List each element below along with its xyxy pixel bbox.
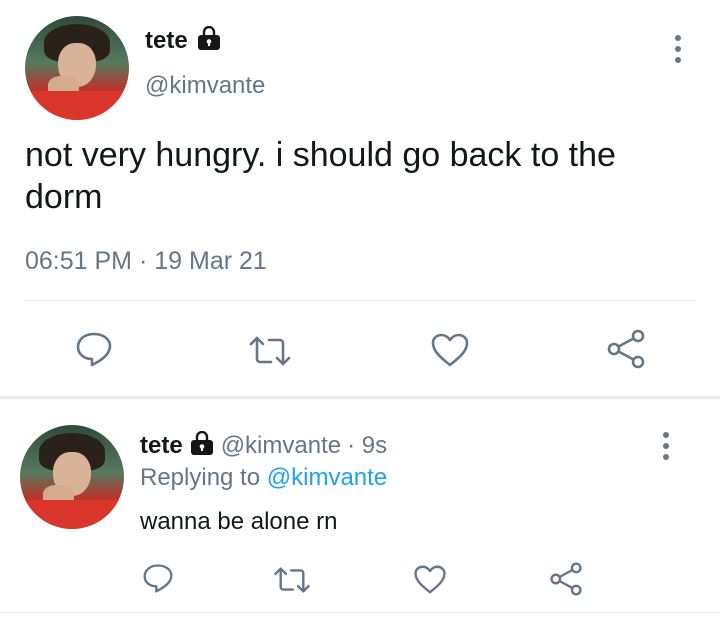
share-button[interactable]: [549, 562, 583, 596]
user-handle[interactable]: @kimvante: [221, 432, 341, 460]
user-handle[interactable]: @kimvante: [145, 72, 265, 100]
more-vertical-icon[interactable]: [675, 35, 681, 68]
display-name[interactable]: tete: [140, 432, 183, 460]
tweet-date: 19 Mar 21: [154, 247, 267, 275]
retweet-button[interactable]: [247, 335, 293, 367]
tweet-text: not very hungry. i should go back to the…: [25, 136, 616, 216]
more-vertical-icon[interactable]: [663, 432, 669, 465]
like-button[interactable]: [430, 332, 470, 368]
retweet-icon: [249, 336, 291, 366]
tweet-timestamp: 06:51 PM · 19 Mar 21: [25, 247, 267, 276]
section-separator: [0, 396, 720, 399]
tweet-time: 06:51 PM: [25, 247, 133, 275]
replying-to-label: Replying to: [140, 464, 261, 491]
share-icon: [550, 562, 582, 596]
tweet-age: · 9s: [347, 431, 388, 459]
divider: [0, 612, 720, 613]
reply-button[interactable]: [75, 331, 113, 367]
timestamp-separator: ·: [138, 247, 148, 275]
reply-icon: [143, 564, 173, 593]
lock-icon: [196, 25, 222, 55]
like-heart-icon: [414, 565, 446, 594]
avatar[interactable]: [20, 425, 124, 529]
share-button[interactable]: [606, 329, 646, 369]
share-icon: [607, 329, 645, 369]
retweet-button[interactable]: [272, 566, 312, 594]
retweet-icon: [274, 567, 310, 593]
avatar[interactable]: [25, 16, 129, 120]
display-name[interactable]: tete: [145, 27, 188, 55]
lock-icon: [189, 430, 215, 460]
replying-to: Replying to @kimvante: [140, 464, 387, 492]
like-heart-icon: [431, 333, 469, 367]
divider: [25, 300, 696, 301]
replying-to-link[interactable]: @kimvante: [267, 464, 387, 491]
reply-button[interactable]: [142, 563, 174, 593]
reply-icon: [76, 332, 112, 367]
reply-text: wanna be alone rn: [140, 508, 338, 535]
like-button[interactable]: [413, 564, 447, 595]
